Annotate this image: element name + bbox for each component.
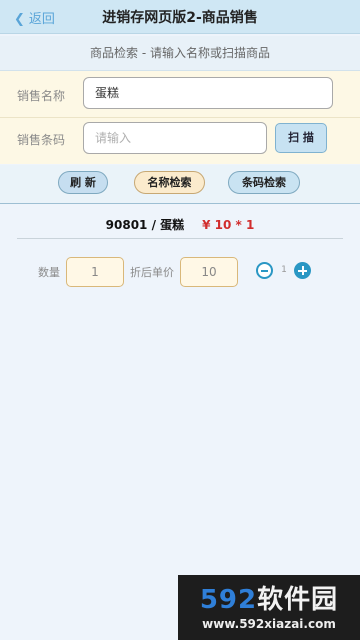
plus-icon[interactable]: [294, 262, 311, 279]
watermark-url: www.592xiazai.com: [202, 617, 336, 631]
scan-button[interactable]: 扫 描: [275, 123, 327, 153]
barcode-input[interactable]: 请输入: [83, 122, 267, 154]
watermark-logo: 592软件园: [199, 585, 339, 615]
product-row[interactable]: 90801 / 蛋糕 ¥ 10 * 1: [0, 216, 360, 233]
action-bar: 刷 新 名称检索 条码检索: [0, 165, 360, 204]
search-hint: 商品检索 - 请输入名称或扫描商品: [0, 36, 360, 71]
product-code-name: 90801 / 蛋糕: [105, 218, 185, 232]
sales-name-label: 销售名称: [17, 89, 66, 103]
form-row-divider: [0, 117, 360, 118]
search-form: 销售名称 蛋糕 销售条码 请输入 扫 描: [0, 71, 360, 164]
minus-icon[interactable]: [256, 262, 273, 279]
product-divider: [17, 238, 343, 239]
unit-price-label: 折后单价: [130, 266, 174, 279]
sales-name-input[interactable]: 蛋糕: [83, 77, 333, 109]
refresh-button[interactable]: 刷 新: [58, 171, 108, 194]
barcode-search-button[interactable]: 条码检索: [228, 171, 300, 194]
qty-input[interactable]: 1: [66, 257, 124, 287]
product-price: ¥ 10 * 1: [202, 218, 255, 232]
page-title: 进销存网页版2-商品销售: [102, 10, 258, 26]
name-search-button[interactable]: 名称检索: [134, 171, 205, 194]
barcode-label: 销售条码: [17, 133, 66, 147]
unit-price-input[interactable]: 10: [180, 257, 238, 287]
nav-bar: ❮ 返回 进销存网页版2-商品销售: [0, 0, 360, 34]
cart-count: 1: [281, 265, 287, 275]
watermark: 592软件园 www.592xiazai.com: [178, 575, 360, 640]
qty-label: 数量: [38, 266, 60, 279]
